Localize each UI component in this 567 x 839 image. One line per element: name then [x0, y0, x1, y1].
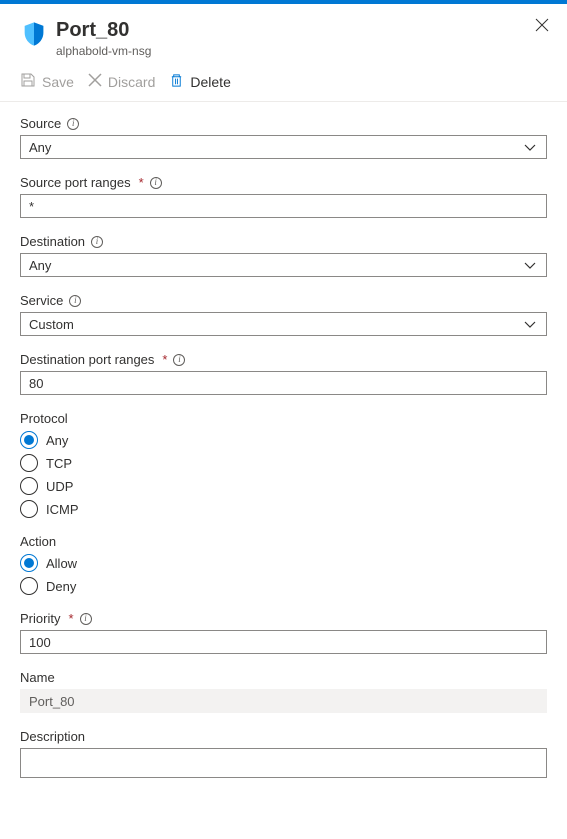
radio-label: Any: [46, 433, 68, 448]
field-action: Action Allow Deny: [20, 534, 547, 595]
radio-icon: [20, 431, 38, 449]
discard-label: Discard: [108, 74, 155, 90]
destination-select[interactable]: Any: [20, 253, 547, 277]
required-marker: *: [162, 352, 167, 367]
action-radio-deny[interactable]: Deny: [20, 577, 547, 595]
toolbar: Save Discard Delete: [0, 64, 567, 102]
priority-input[interactable]: [20, 630, 547, 654]
chevron-down-icon: [522, 257, 538, 273]
close-button[interactable]: [535, 18, 549, 35]
action-radio-group: Allow Deny: [20, 554, 547, 595]
priority-label: Priority: [20, 611, 60, 626]
header: Port_80 alphabold-vm-nsg: [0, 4, 567, 64]
delete-icon: [169, 73, 184, 91]
discard-button[interactable]: Discard: [88, 73, 155, 90]
radio-label: Allow: [46, 556, 77, 571]
protocol-radio-group: Any TCP UDP ICMP: [20, 431, 547, 518]
radio-icon: [20, 554, 38, 572]
field-name: Name: [20, 670, 547, 713]
chevron-down-icon: [522, 316, 538, 332]
destination-label: Destination: [20, 234, 85, 249]
source-value: Any: [29, 140, 51, 155]
radio-label: ICMP: [46, 502, 79, 517]
chevron-down-icon: [522, 139, 538, 155]
radio-icon: [20, 454, 38, 472]
name-input: [20, 689, 547, 713]
protocol-radio-icmp[interactable]: ICMP: [20, 500, 547, 518]
info-icon[interactable]: i: [173, 354, 185, 366]
field-destination-port-ranges: Destination port ranges * i: [20, 352, 547, 395]
service-label: Service: [20, 293, 63, 308]
description-label: Description: [20, 729, 85, 744]
radio-icon: [20, 477, 38, 495]
info-icon[interactable]: i: [67, 118, 79, 130]
info-icon[interactable]: i: [69, 295, 81, 307]
radio-icon: [20, 577, 38, 595]
delete-label: Delete: [190, 74, 230, 90]
info-icon[interactable]: i: [80, 613, 92, 625]
discard-icon: [88, 73, 102, 90]
radio-icon: [20, 500, 38, 518]
protocol-radio-any[interactable]: Any: [20, 431, 547, 449]
required-marker: *: [139, 175, 144, 190]
description-textarea[interactable]: [20, 748, 547, 778]
page-subtitle: alphabold-vm-nsg: [56, 44, 547, 58]
info-icon[interactable]: i: [150, 177, 162, 189]
source-port-ranges-label: Source port ranges: [20, 175, 131, 190]
action-radio-allow[interactable]: Allow: [20, 554, 547, 572]
destination-port-ranges-input[interactable]: [20, 371, 547, 395]
name-label: Name: [20, 670, 55, 685]
action-label: Action: [20, 534, 56, 549]
protocol-radio-tcp[interactable]: TCP: [20, 454, 547, 472]
field-destination: Destination i Any: [20, 234, 547, 277]
source-label: Source: [20, 116, 61, 131]
destination-value: Any: [29, 258, 51, 273]
protocol-radio-udp[interactable]: UDP: [20, 477, 547, 495]
page-title: Port_80: [56, 18, 547, 42]
save-icon: [20, 72, 36, 91]
save-label: Save: [42, 74, 74, 90]
source-select[interactable]: Any: [20, 135, 547, 159]
radio-label: UDP: [46, 479, 73, 494]
save-button[interactable]: Save: [20, 72, 74, 91]
required-marker: *: [68, 611, 73, 626]
info-icon[interactable]: i: [91, 236, 103, 248]
protocol-label: Protocol: [20, 411, 68, 426]
destination-port-ranges-label: Destination port ranges: [20, 352, 154, 367]
service-value: Custom: [29, 317, 74, 332]
field-priority: Priority * i: [20, 611, 547, 654]
radio-label: TCP: [46, 456, 72, 471]
field-description: Description: [20, 729, 547, 781]
field-service: Service i Custom: [20, 293, 547, 336]
shield-icon: [20, 20, 48, 48]
service-select[interactable]: Custom: [20, 312, 547, 336]
source-port-ranges-input[interactable]: [20, 194, 547, 218]
radio-label: Deny: [46, 579, 76, 594]
field-source: Source i Any: [20, 116, 547, 159]
delete-button[interactable]: Delete: [169, 73, 230, 91]
field-source-port-ranges: Source port ranges * i: [20, 175, 547, 218]
field-protocol: Protocol Any TCP UDP ICMP: [20, 411, 547, 518]
form: Source i Any Source port ranges * i Dest…: [0, 102, 567, 817]
